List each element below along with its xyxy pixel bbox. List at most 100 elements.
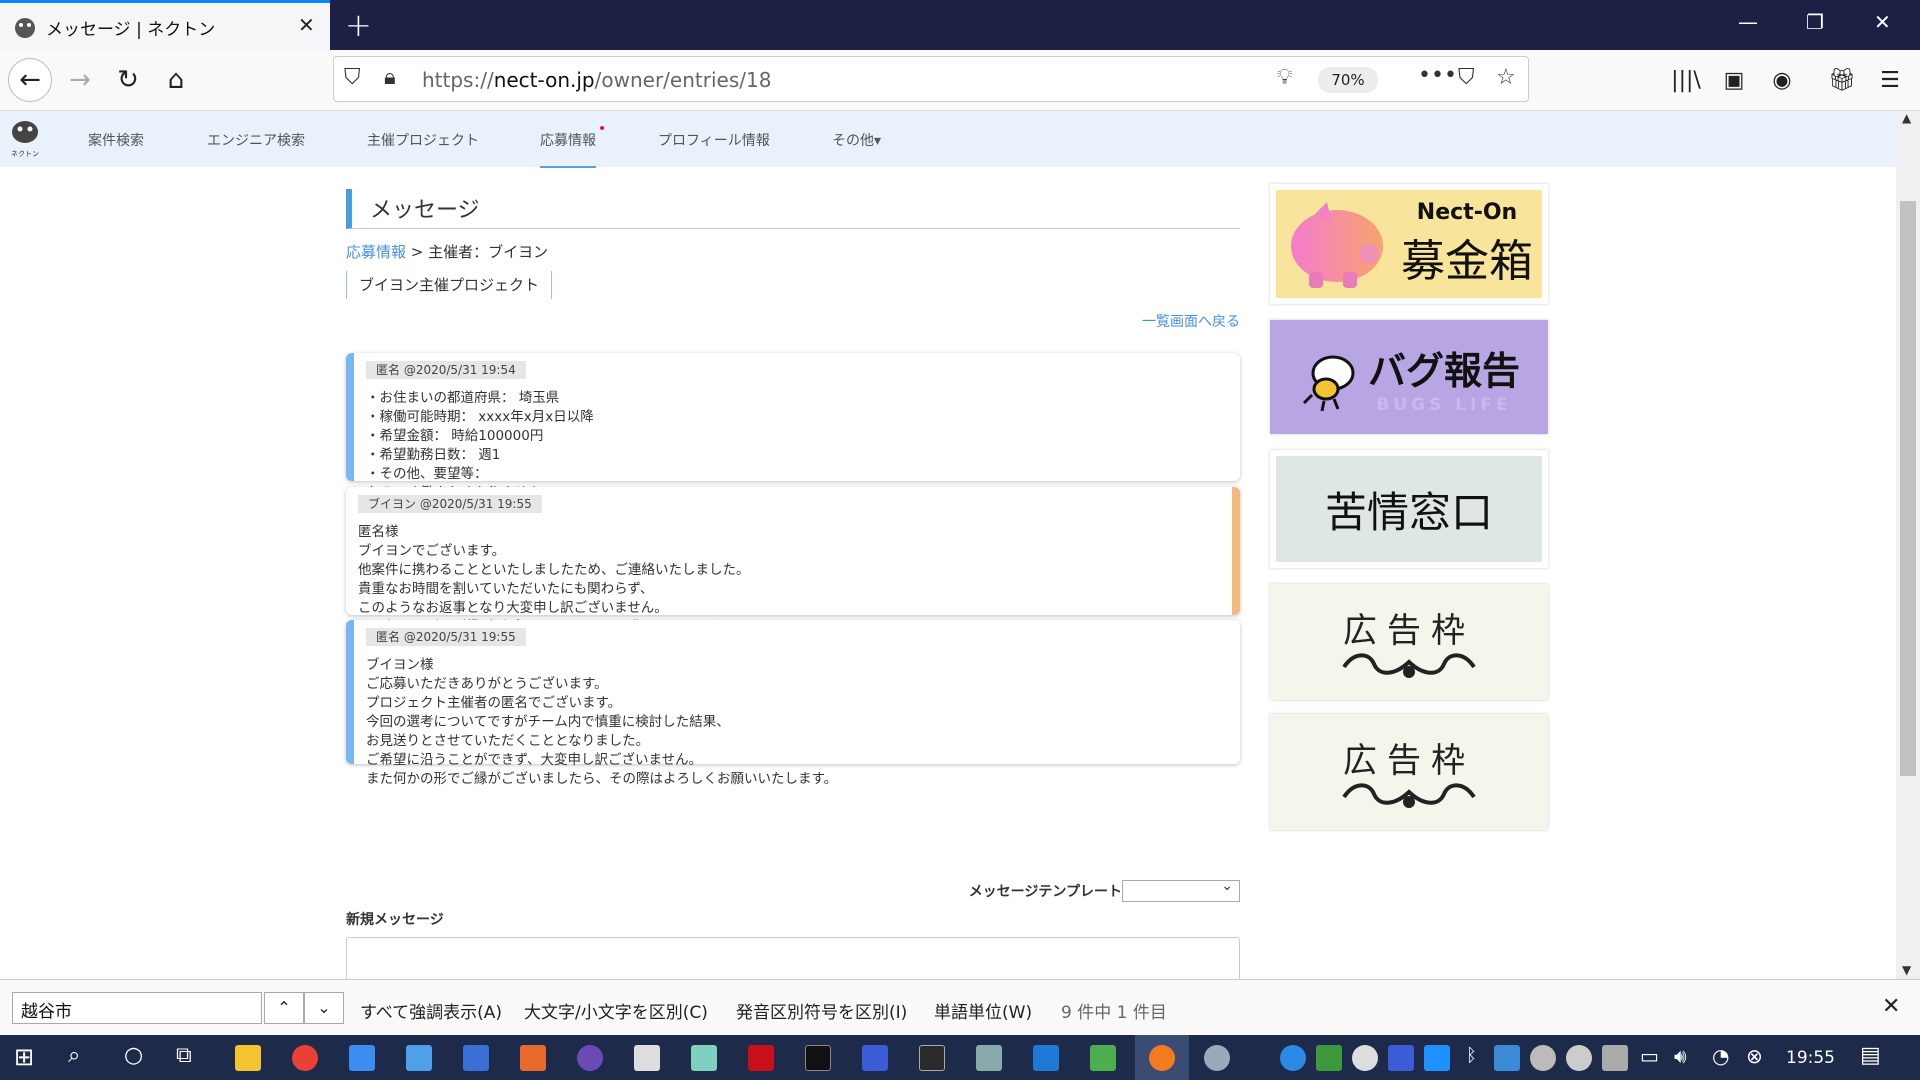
app-icon[interactable] bbox=[1204, 1045, 1230, 1071]
find-next-icon[interactable]: ⌄ bbox=[304, 992, 344, 1024]
tray-icon[interactable] bbox=[1388, 1045, 1414, 1071]
gift-icon[interactable]: 🎁︎ bbox=[1820, 58, 1864, 102]
windows-start-icon[interactable]: ⊞ bbox=[14, 1043, 34, 1071]
zoom-level[interactable]: 70% bbox=[1318, 67, 1378, 93]
forward-arrow-icon[interactable]: → bbox=[58, 58, 102, 102]
tab-close-icon[interactable]: ✕ bbox=[298, 13, 315, 37]
ornament-icon bbox=[1342, 782, 1476, 808]
bookmark-star-icon[interactable]: ☆ bbox=[1496, 65, 1516, 90]
shield-icon[interactable]: ⛉ bbox=[344, 65, 361, 90]
defender-icon[interactable] bbox=[1316, 1045, 1342, 1071]
window-close-icon[interactable]: ✕ bbox=[1874, 10, 1891, 34]
ad-slot-banner[interactable]: 広告枠 bbox=[1270, 714, 1548, 830]
tray-icon[interactable] bbox=[1602, 1045, 1628, 1071]
browser-tab-bar: メッセージ | ネクトン ✕ + — ❐ ✕ bbox=[0, 0, 1920, 50]
back-arrow-icon[interactable]: ← bbox=[8, 58, 52, 102]
task-view-icon[interactable]: ⧉ bbox=[176, 1043, 192, 1068]
store-icon[interactable] bbox=[349, 1045, 375, 1071]
site-logo[interactable]: ネクトン bbox=[8, 117, 42, 158]
app-icon[interactable] bbox=[1090, 1045, 1116, 1071]
firefox-taskbar-button[interactable] bbox=[1135, 1035, 1189, 1080]
message-header: 匿名 @2020/5/31 19:55 bbox=[366, 628, 526, 646]
find-bar: 越谷市 ⌃ ⌄ すべて強調表示(A) 大文字/小文字を区別(C) 発音区別符号を… bbox=[0, 979, 1920, 1035]
app-icon[interactable] bbox=[862, 1045, 888, 1071]
tray-icon[interactable] bbox=[1424, 1045, 1450, 1071]
url-bar[interactable]: ⛉ 🔒︎ https://nect-on.jp/owner/entries/18… bbox=[333, 56, 1529, 102]
notifications-icon[interactable]: ▤ bbox=[1860, 1043, 1881, 1068]
tray-icon[interactable] bbox=[1566, 1045, 1592, 1071]
minimize-icon[interactable]: — bbox=[1738, 10, 1758, 34]
mail-icon[interactable] bbox=[1033, 1045, 1059, 1071]
bug-report-banner[interactable]: バグ報告 BUGS LIFE bbox=[1270, 320, 1548, 434]
browser-tab[interactable]: メッセージ | ネクトン ✕ bbox=[0, 0, 330, 50]
new-tab-icon[interactable]: + bbox=[345, 6, 372, 44]
terminal-icon[interactable] bbox=[805, 1045, 831, 1071]
app-icon[interactable] bbox=[577, 1045, 603, 1071]
nav-item-job-search[interactable]: 案件検索 bbox=[88, 130, 144, 150]
nav-item-applications[interactable]: 応募情報 bbox=[540, 126, 604, 168]
breadcrumb-link-applications[interactable]: 応募情報 bbox=[346, 243, 406, 261]
find-input[interactable]: 越谷市 bbox=[12, 992, 262, 1024]
url-text[interactable]: https://nect-on.jp/owner/entries/18 bbox=[422, 68, 771, 92]
lock-icon[interactable]: 🔒︎ bbox=[384, 65, 396, 90]
volume-icon[interactable]: 🔊︎ bbox=[1674, 1044, 1687, 1068]
page-scrollbar[interactable]: ▲ ▼ bbox=[1896, 111, 1920, 979]
bluetooth-icon[interactable]: ᛒ bbox=[1466, 1045, 1477, 1066]
sidebar-icon[interactable]: ▣ bbox=[1712, 58, 1756, 102]
account-icon[interactable]: ◉ bbox=[1760, 58, 1804, 102]
match-case-option[interactable]: 大文字/小文字を区別(C) bbox=[524, 998, 708, 1023]
complaint-banner[interactable]: 苦情窓口 bbox=[1270, 450, 1548, 568]
chrome-icon[interactable] bbox=[292, 1045, 318, 1071]
app-icon[interactable] bbox=[691, 1045, 717, 1071]
reload-icon[interactable]: ↻ bbox=[106, 58, 150, 102]
whole-words-option[interactable]: 単語単位(W) bbox=[934, 998, 1032, 1023]
ad-slot-banner[interactable]: 広告枠 bbox=[1270, 584, 1548, 700]
restore-icon[interactable]: ❐ bbox=[1806, 10, 1824, 34]
library-icon[interactable]: |||\ bbox=[1664, 58, 1708, 102]
onedrive-icon[interactable] bbox=[1352, 1045, 1378, 1071]
skype-icon[interactable] bbox=[1280, 1045, 1306, 1071]
lightbulb-icon[interactable]: 💡︎ bbox=[1277, 65, 1292, 90]
app-icon[interactable] bbox=[748, 1045, 774, 1071]
back-to-list-link[interactable]: 一覧画面へ戻る bbox=[1142, 311, 1240, 331]
app-icon[interactable] bbox=[406, 1045, 432, 1071]
nav-item-hosted-projects[interactable]: 主催プロジェクト bbox=[367, 130, 479, 150]
donation-banner[interactable]: Nect-On 募金箱 bbox=[1270, 184, 1548, 304]
cortana-icon[interactable]: ○ bbox=[124, 1043, 143, 1068]
nav-item-profile[interactable]: プロフィール情報 bbox=[658, 130, 770, 150]
file-explorer-icon[interactable] bbox=[235, 1045, 261, 1071]
pocket-icon[interactable]: ⛉ bbox=[1458, 65, 1475, 90]
nav-item-engineer-search[interactable]: エンジニア検索 bbox=[207, 130, 305, 150]
nav-item-other[interactable]: その他▾ bbox=[832, 130, 881, 150]
network-error-icon[interactable]: ⊗ bbox=[1746, 1044, 1763, 1068]
ad-slot-title: 広告枠 bbox=[1343, 740, 1475, 781]
app-icon[interactable] bbox=[919, 1045, 945, 1071]
app-icon[interactable] bbox=[520, 1045, 546, 1071]
tray-icon[interactable] bbox=[1530, 1045, 1556, 1071]
wifi-icon[interactable]: ◔ bbox=[1712, 1044, 1729, 1068]
template-select[interactable] bbox=[1122, 878, 1240, 902]
find-close-icon[interactable]: ✕ bbox=[1882, 994, 1900, 1019]
search-icon[interactable]: ⌕ bbox=[68, 1043, 80, 1068]
menu-icon[interactable]: ☰ bbox=[1868, 58, 1912, 102]
scrollbar-thumb[interactable] bbox=[1900, 201, 1916, 776]
app-icon[interactable] bbox=[976, 1045, 1002, 1071]
scroll-down-icon[interactable]: ▼ bbox=[1902, 963, 1911, 977]
clock-time[interactable]: 19:55 bbox=[1786, 1048, 1835, 1068]
find-previous-icon[interactable]: ⌃ bbox=[264, 992, 304, 1024]
windows-taskbar: ⊞ ⌕ ○ ⧉ ᛒ ▭ 🔊︎ ◔ ⊗ 19:55 ▤ bbox=[0, 1035, 1920, 1080]
breadcrumb-current: > 主催者：ブイヨン bbox=[406, 243, 549, 261]
match-diacritics-option[interactable]: 発音区別符号を区別(I) bbox=[736, 998, 907, 1023]
battery-icon[interactable]: ▭ bbox=[1640, 1044, 1659, 1068]
scroll-up-icon[interactable]: ▲ bbox=[1902, 111, 1911, 125]
template-label: メッセージテンプレート bbox=[968, 884, 1122, 900]
template-row: メッセージテンプレート bbox=[968, 878, 1240, 902]
app-icon[interactable] bbox=[634, 1045, 660, 1071]
find-result-count: 9 件中 1 件目 bbox=[1061, 1003, 1167, 1023]
home-icon[interactable]: ⌂ bbox=[154, 58, 198, 102]
tray-icon[interactable] bbox=[1494, 1045, 1520, 1071]
highlight-all-option[interactable]: すべて強調表示(A) bbox=[360, 998, 502, 1023]
more-actions-icon[interactable]: ••• bbox=[1418, 63, 1457, 88]
message-card: 匿名 @2020/5/31 19:54 ・お住まいの都道府県： 埼玉県 ・稼働可… bbox=[346, 353, 1240, 501]
app-icon[interactable] bbox=[463, 1045, 489, 1071]
